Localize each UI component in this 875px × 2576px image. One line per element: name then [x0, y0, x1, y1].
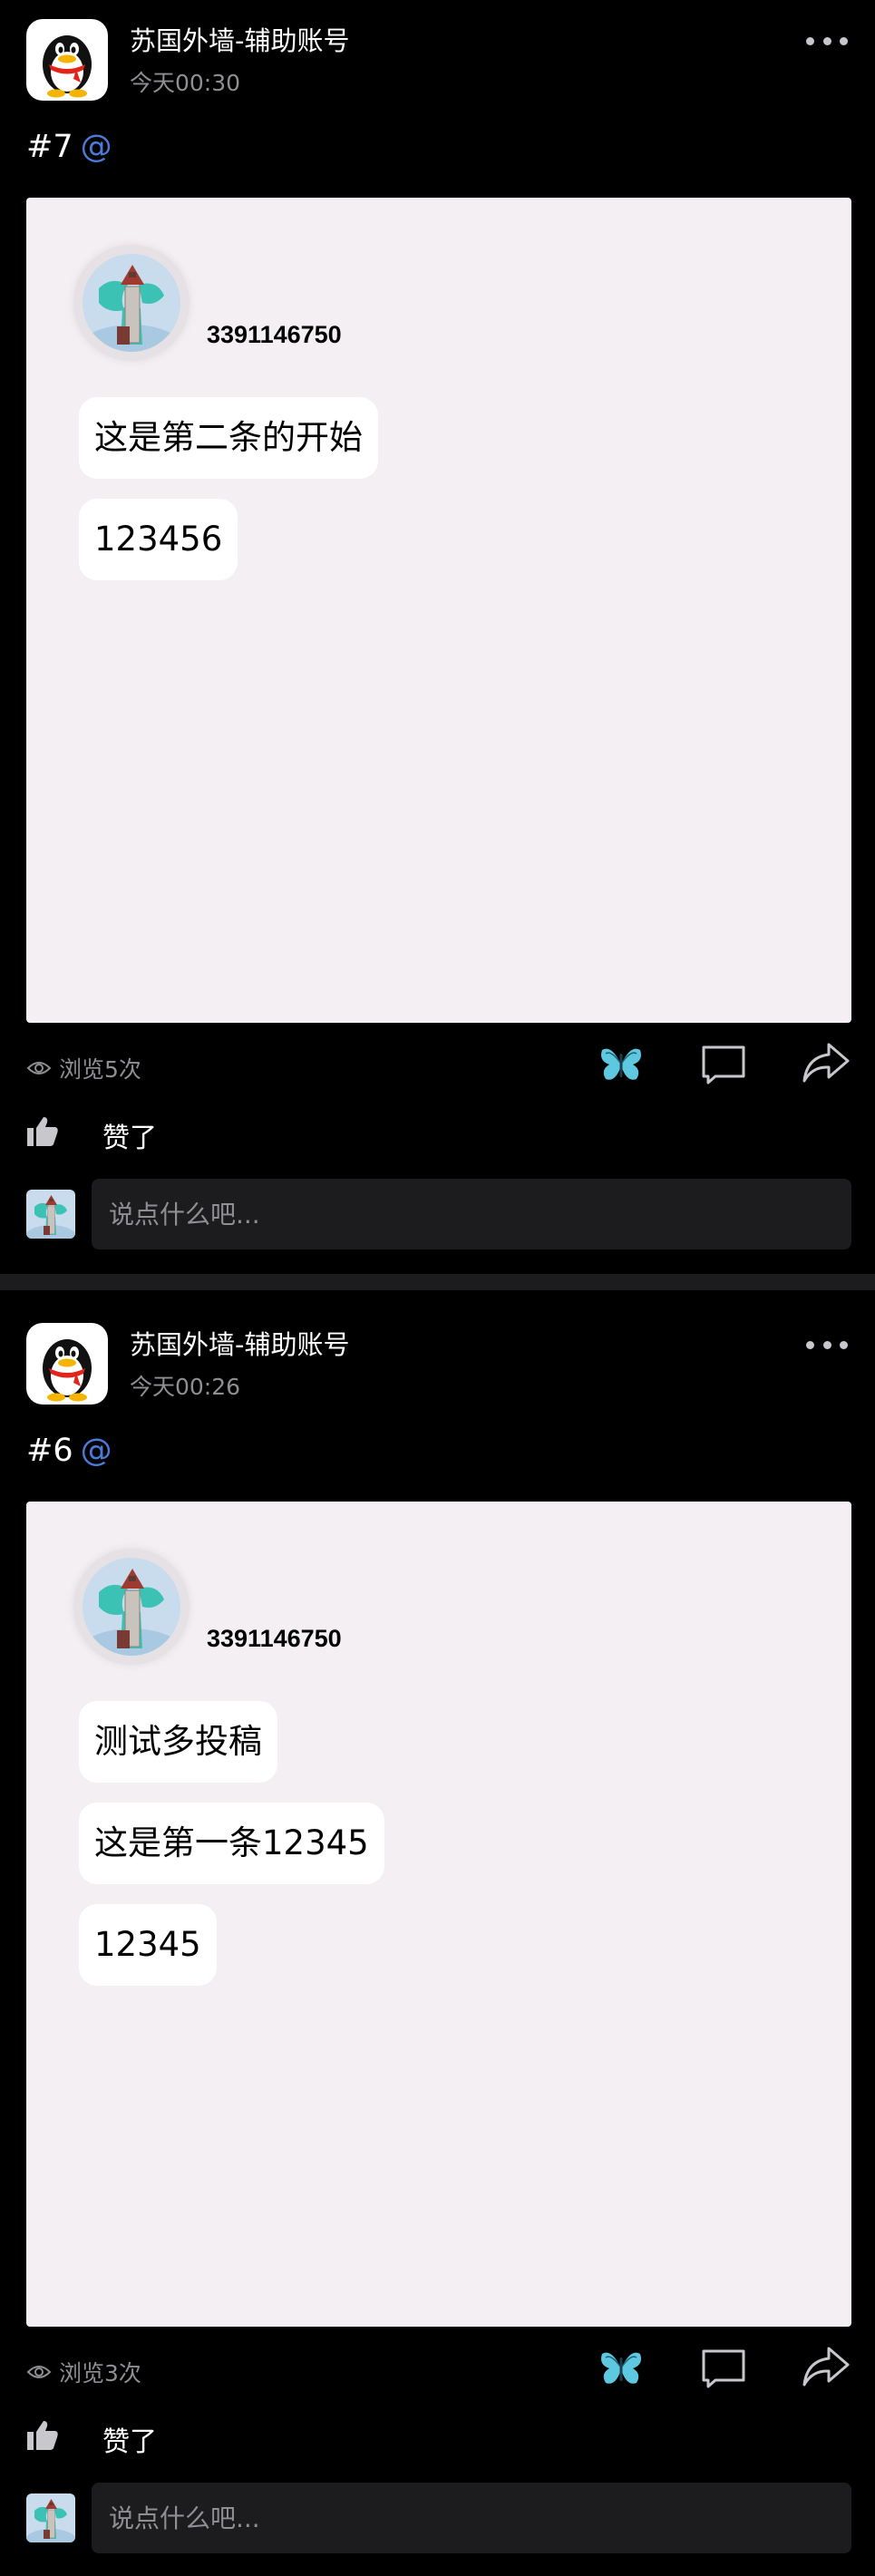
thumbs-up-icon[interactable] — [26, 1115, 59, 1148]
message-bubble: 123456 — [79, 499, 238, 580]
comment-input[interactable] — [92, 1179, 851, 1249]
submitter-avatar — [73, 1549, 190, 1665]
post-header: 苏国外墙-辅助账号 今天00:26 — [0, 1304, 875, 1422]
post-tag-line: #6 @ — [26, 1433, 112, 1469]
butterfly-icon[interactable] — [598, 1043, 644, 1084]
qq-penguin-logo — [26, 19, 108, 101]
post-card: 苏国外墙-辅助账号 今天00:26 #6 @ 3391146750 测试多投稿 这… — [0, 1304, 875, 2573]
share-icon[interactable] — [802, 1041, 851, 1084]
submission-image-card[interactable]: 3391146750 这是第二条的开始 123456 — [26, 198, 851, 1023]
post-tag-line: #7 @ — [26, 129, 112, 165]
comment-icon[interactable] — [701, 2348, 746, 2389]
post-stats-bar: 浏览3次 — [0, 2338, 875, 2401]
likes-text: 赞了 — [102, 2426, 157, 2458]
comment-icon[interactable] — [701, 1044, 746, 1085]
post-divider — [0, 1274, 875, 1290]
view-count-text: 浏览3次 — [59, 2360, 141, 2386]
more-dots-icon[interactable] — [806, 34, 848, 47]
submitter-avatar — [73, 245, 190, 361]
likes-row: 赞了 — [0, 1106, 875, 1161]
thumbs-up-icon[interactable] — [26, 2419, 59, 2452]
author-avatar[interactable] — [26, 19, 108, 101]
mention-link[interactable]: @ — [81, 1433, 112, 1469]
message-bubble: 测试多投稿 — [79, 1701, 277, 1783]
message-bubble: 这是第一条12345 — [79, 1803, 384, 1884]
view-count: 浏览3次 — [26, 2356, 141, 2388]
submitter-qq-number: 3391146750 — [207, 321, 342, 348]
tower-avatar-image — [26, 2493, 75, 2542]
author-name[interactable]: 苏国外墙-辅助账号 — [130, 1324, 349, 1362]
submission-image-card[interactable]: 3391146750 测试多投稿 这是第一条12345 12345 — [26, 1502, 851, 2327]
current-user-avatar — [26, 2493, 75, 2542]
author-avatar[interactable] — [26, 1323, 108, 1405]
comment-input[interactable] — [92, 2483, 851, 2553]
submitter-qq-number: 3391146750 — [207, 1625, 342, 1652]
current-user-avatar — [26, 1190, 75, 1239]
likes-text: 赞了 — [102, 1123, 157, 1154]
more-dots-icon[interactable] — [806, 1338, 848, 1351]
post-card: 苏国外墙-辅助账号 今天00:30 #7 @ 3391146750 这是第二条的开… — [0, 0, 875, 1269]
post-header: 苏国外墙-辅助账号 今天00:30 — [0, 0, 875, 118]
mention-link[interactable]: @ — [81, 129, 112, 165]
butterfly-icon[interactable] — [598, 2347, 644, 2388]
tower-avatar-image — [83, 254, 180, 352]
eye-icon — [26, 2366, 52, 2378]
post-time: 今天00:26 — [130, 1374, 241, 1400]
message-bubble: 12345 — [79, 1904, 217, 1986]
post-number: #7 — [26, 129, 73, 165]
eye-icon — [26, 1062, 52, 1074]
message-bubble: 这是第二条的开始 — [79, 397, 378, 479]
qq-penguin-logo — [26, 1323, 108, 1405]
tower-avatar-image — [83, 1558, 180, 1656]
comment-row — [0, 1179, 875, 1249]
post-time: 今天00:30 — [130, 70, 241, 96]
tower-avatar-image — [26, 1190, 75, 1239]
comment-row — [0, 2483, 875, 2553]
post-number: #6 — [26, 1433, 73, 1469]
share-icon[interactable] — [802, 2345, 851, 2388]
likes-row: 赞了 — [0, 2410, 875, 2464]
view-count: 浏览5次 — [26, 1052, 141, 1084]
author-name[interactable]: 苏国外墙-辅助账号 — [130, 20, 349, 58]
view-count-text: 浏览5次 — [59, 1056, 141, 1083]
post-stats-bar: 浏览5次 — [0, 1034, 875, 1097]
